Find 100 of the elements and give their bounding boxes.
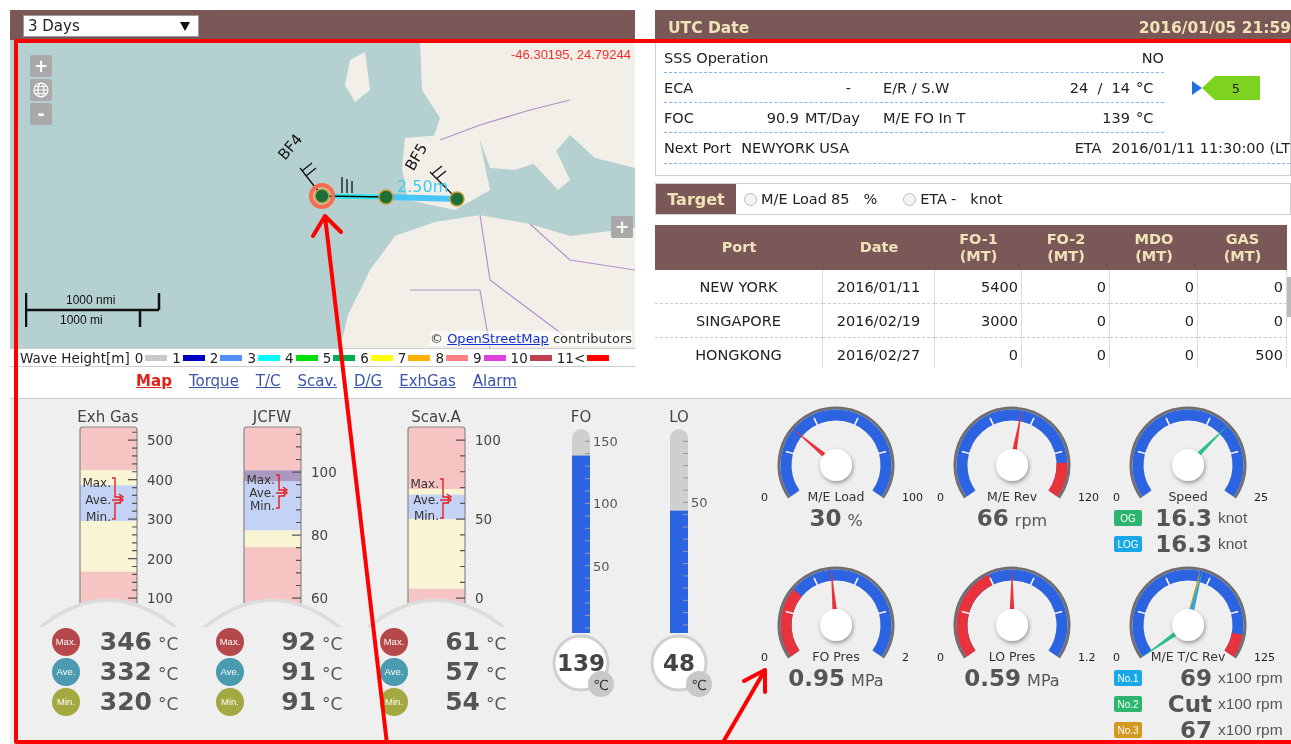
gauge-title: FO Pres xyxy=(812,649,860,664)
legend-label: 10 xyxy=(510,349,528,366)
reading-unit: °C xyxy=(321,663,344,684)
radio-button[interactable] xyxy=(744,192,757,206)
reading-value: 0.59 xyxy=(964,665,1022,691)
legend-label: 2 xyxy=(209,349,219,366)
marker-label: Ave. xyxy=(85,493,111,507)
option-value: - xyxy=(951,191,957,207)
column-header: GAS (MT) xyxy=(1222,229,1263,266)
table-cell: SINGAPORE xyxy=(655,304,823,338)
attribution-link[interactable]: OpenStreetMap xyxy=(447,331,549,346)
world-view-button[interactable] xyxy=(30,79,52,101)
view-tab[interactable]: Map xyxy=(136,372,172,390)
gauge-hub xyxy=(820,609,852,641)
field-value: 2016/01/11 11:30:00 (LT xyxy=(1111,140,1290,156)
legend-label: 3 xyxy=(247,349,257,366)
legend-label: 11< xyxy=(556,349,586,366)
scale-min: 0 xyxy=(1113,491,1120,504)
reading-value: 91 xyxy=(280,657,316,686)
marker-label: Min. xyxy=(85,510,111,524)
tick-label: 50 xyxy=(593,558,610,574)
field-value: 90.9 xyxy=(765,109,799,126)
column-header: Date xyxy=(858,238,900,258)
view-tab[interactable]: ExhGas xyxy=(399,372,456,390)
tick-label: 100 xyxy=(475,432,501,449)
reading-unit: °C xyxy=(321,633,344,654)
reading-value: 48 xyxy=(663,650,695,676)
marker-label: Ave. xyxy=(249,486,275,500)
field-label: M/E FO In T xyxy=(883,109,967,126)
reading-unit: °C xyxy=(321,693,344,714)
marker-label: Max. xyxy=(246,473,275,487)
reading-unit: °C xyxy=(485,663,508,684)
scrollbar xyxy=(1287,277,1291,317)
scale-max: 120 xyxy=(1078,491,1099,504)
gauge-title: Exh Gas xyxy=(77,408,139,426)
reading-unit: MPa xyxy=(851,671,884,690)
field-unit: °C xyxy=(1135,109,1155,126)
gauge-title: LO xyxy=(669,408,689,426)
reading-value: 16.3 xyxy=(1154,505,1212,531)
status-badge: Ave. xyxy=(52,657,80,686)
gauge-title: FO xyxy=(570,408,592,426)
status-badge: Min. xyxy=(216,687,244,716)
gauge-hub xyxy=(996,609,1028,641)
legend-title: Wave Height[m] xyxy=(20,349,130,366)
reading-value: 139 xyxy=(557,650,605,676)
wind-flag: 5 xyxy=(1202,76,1260,100)
table-cell: HONGKONG xyxy=(655,338,823,368)
reading-value: 30 xyxy=(809,505,842,531)
reading-value: 66 xyxy=(976,505,1009,531)
status-badge: Ave. xyxy=(216,657,244,686)
tick-label: 500 xyxy=(147,432,173,449)
scale-max: 125 xyxy=(1254,651,1275,664)
reading-unit: knot xyxy=(1217,535,1249,553)
reading-unit: x100 rpm xyxy=(1217,669,1283,687)
table-cell: 2016/02/19 xyxy=(823,304,935,338)
legend-label: 8 xyxy=(435,349,444,366)
table-cell: NEW YORK xyxy=(655,270,823,304)
scale-min: 0 xyxy=(937,651,944,664)
scale-min: 0 xyxy=(937,491,944,504)
tick-label: 300 xyxy=(147,511,173,528)
status-badge: LOG xyxy=(1114,536,1142,552)
field-label: Next Port xyxy=(664,140,732,156)
reading-unit: x100 rpm xyxy=(1217,721,1283,739)
table-cell: 0 xyxy=(1022,338,1110,368)
bracket-icon xyxy=(439,478,453,519)
table-cell: 0 xyxy=(1110,338,1198,368)
reading-unit: °C xyxy=(485,633,508,654)
period-select[interactable]: 3 Days xyxy=(23,15,199,37)
wave-label: 2.50m xyxy=(397,177,449,196)
scale-min: 0 xyxy=(761,491,768,504)
tick-label: 200 xyxy=(147,550,173,567)
column-header: Port xyxy=(720,238,758,258)
view-tab[interactable]: D/G xyxy=(354,372,383,390)
gauge-hub xyxy=(1172,609,1204,641)
status-badge: Max. xyxy=(380,627,408,656)
gauge-title: LO Pres xyxy=(988,649,1036,664)
table-cell: 2016/02/27 xyxy=(823,338,935,368)
reading-value: 16.3 xyxy=(1154,531,1212,557)
reading-unit: x100 rpm xyxy=(1217,695,1283,713)
gauge-title: M/E T/C Rev xyxy=(1150,649,1226,664)
table-cell: 2016/01/11 xyxy=(823,270,935,304)
reading-value: 61 xyxy=(444,627,480,656)
legend-label: 7 xyxy=(397,349,407,366)
radio-button[interactable] xyxy=(903,192,917,206)
gauge-title: M/E Rev xyxy=(986,489,1038,504)
table-cell: 3000 xyxy=(935,304,1022,338)
scale-label: 1000 nmi xyxy=(66,293,116,307)
unit-badge xyxy=(686,671,712,697)
view-tab[interactable]: Torque xyxy=(188,372,239,390)
view-tab[interactable]: Scav. xyxy=(297,372,337,390)
view-tab[interactable]: T/C xyxy=(255,372,281,390)
legend-label: 5 xyxy=(322,349,332,366)
view-tab[interactable]: Alarm xyxy=(472,372,517,390)
reading-value: 54 xyxy=(444,687,480,716)
tick-label: 150 xyxy=(593,434,618,450)
gauge-title: JCFW xyxy=(252,408,292,426)
tick-label: 0 xyxy=(475,590,484,607)
reading-unit: rpm xyxy=(1014,511,1048,530)
scale-min: 0 xyxy=(1113,651,1120,664)
attribution-text: © OpenStreetMap contributors xyxy=(430,331,632,346)
